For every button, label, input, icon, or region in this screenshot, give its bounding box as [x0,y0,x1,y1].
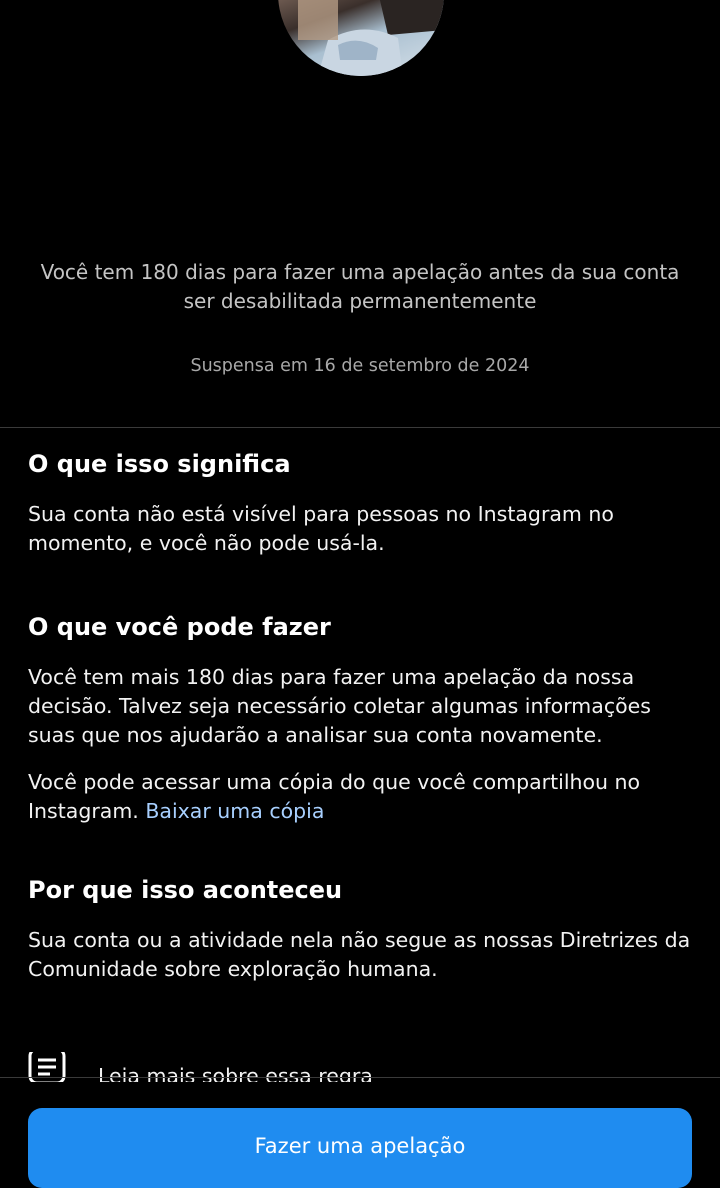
section-body-actions: Você tem mais 180 dias para fazer uma ap… [28,665,651,747]
footer-divider [0,1077,720,1078]
section-body-reason: Sua conta ou a atividade nela não segue … [28,928,691,981]
suspended-date: Suspensa em 16 de setembro de 2024 [190,356,530,376]
read-more-label: Leia mais sobre essa regra [98,1064,373,1082]
section-title-actions: O que você pode fazer [28,613,331,641]
profile-avatar [278,0,444,76]
section-title-reason: Por que isso aconteceu [28,876,343,904]
suspension-notice: Você tem 180 dias para fazer uma apelaçã… [40,258,680,376]
download-copy-link[interactable]: Baixar uma cópia [145,799,324,823]
section-title-meaning: O que isso significa [28,450,291,478]
section-body-meaning: Sua conta não está visível para pessoas … [28,502,614,555]
appeal-button[interactable]: Fazer uma apelação [28,1108,692,1188]
download-paragraph: Você pode acessar uma cópia do que você … [28,768,692,826]
divider [0,427,720,428]
appeal-deadline-text: Você tem 180 dias para fazer uma apelaçã… [40,260,680,313]
info-content: O que isso significa Sua conta não está … [28,446,692,984]
download-text: Você pode acessar uma cópia do que você … [28,770,641,823]
